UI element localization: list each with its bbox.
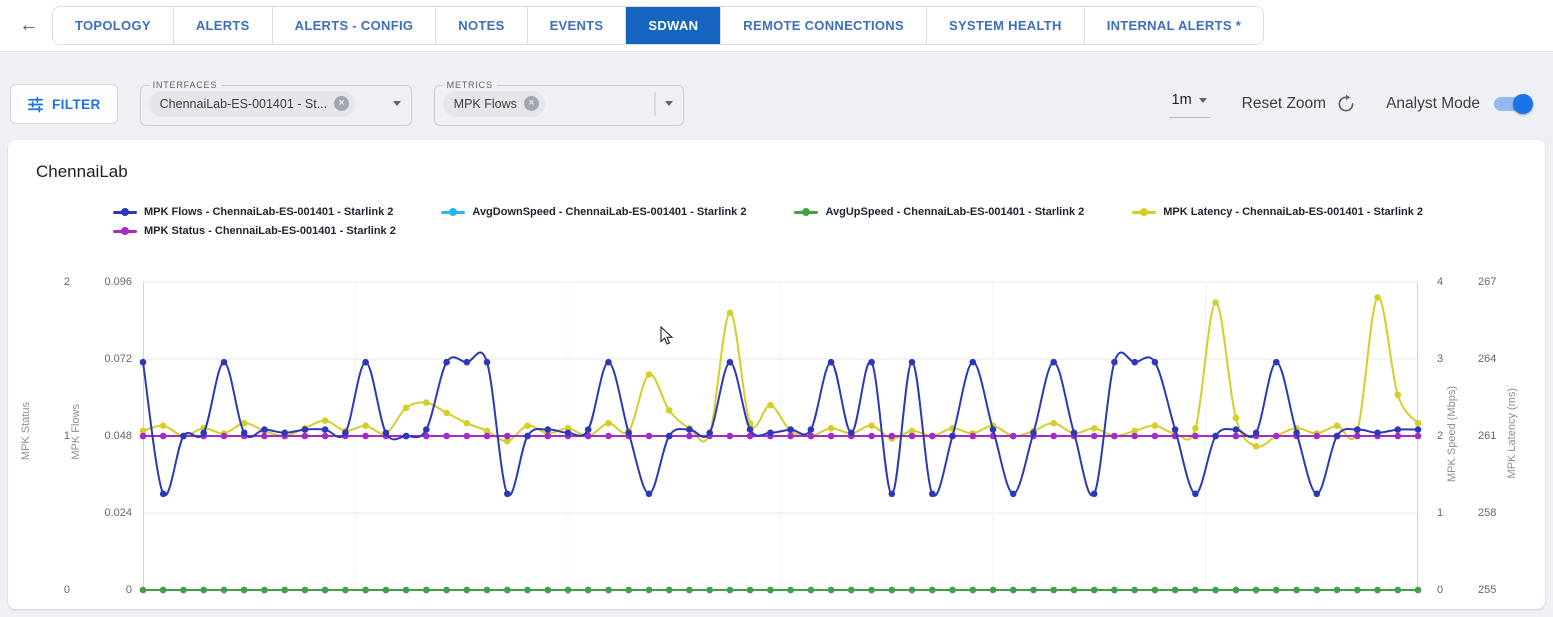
tab-bar: TOPOLOGY ALERTS ALERTS - CONFIG NOTES EV…	[52, 6, 1264, 45]
status-axis-tick: 0	[30, 584, 70, 596]
flows-axis-tick: 0	[88, 584, 132, 596]
analyst-mode-control: Analyst Mode	[1386, 95, 1537, 113]
chart-card: ChennaiLab MPK Flows - ChennaiLab-ES-001…	[8, 140, 1545, 609]
reset-zoom-label: Reset Zoom	[1242, 95, 1326, 113]
tab-alerts[interactable]: ALERTS	[173, 7, 272, 44]
metrics-field-label: METRICS	[447, 80, 493, 90]
latency-axis-title: MPK Latency (ms)	[1506, 388, 1518, 478]
interval-value: 1m	[1172, 92, 1192, 108]
analyst-mode-toggle[interactable]	[1494, 97, 1531, 111]
legend-label: MPK Flows - ChennaiLab-ES-001401 - Starl…	[144, 206, 393, 218]
interfaces-field-label: INTERFACES	[153, 80, 218, 90]
flows-axis-title: MPK Flows	[70, 404, 82, 460]
legend-label: MPK Latency - ChennaiLab-ES-001401 - Sta…	[1163, 206, 1423, 218]
tab-remote-connections[interactable]: REMOTE CONNECTIONS	[720, 7, 926, 44]
speed-axis-tick: 3	[1437, 353, 1443, 365]
chip-remove-icon[interactable]: ×	[524, 96, 539, 111]
toggle-thumb	[1513, 94, 1533, 114]
legend-marker-icon	[113, 207, 137, 217]
analyst-mode-label: Analyst Mode	[1386, 95, 1480, 113]
legend-item-avgupspeed[interactable]: AvgUpSpeed - ChennaiLab-ES-001401 - Star…	[794, 204, 1084, 220]
metrics-select[interactable]: METRICS MPK Flows ×	[434, 82, 684, 126]
legend-marker-icon	[113, 226, 137, 236]
chart-title: ChennaiLab	[36, 162, 128, 182]
filter-button[interactable]: FILTER	[10, 84, 118, 124]
legend-label: MPK Status - ChennaiLab-ES-001401 - Star…	[144, 225, 396, 237]
tab-notes[interactable]: NOTES	[435, 7, 526, 44]
flows-axis-tick: 0.072	[88, 353, 132, 365]
chart-svg[interactable]	[143, 282, 1418, 590]
latency-axis-tick: 261	[1478, 430, 1496, 442]
legend-item-avgdownspeed[interactable]: AvgDownSpeed - ChennaiLab-ES-001401 - St…	[441, 204, 746, 220]
metric-chip[interactable]: MPK Flows ×	[443, 91, 545, 117]
tab-events[interactable]: EVENTS	[527, 7, 626, 44]
status-axis-tick: 1	[30, 430, 70, 442]
chip-remove-icon[interactable]: ×	[334, 96, 349, 111]
filter-bar: FILTER INTERFACES ChennaiLab-ES-001401 -…	[10, 80, 1543, 128]
legend-item-mpk-status[interactable]: MPK Status - ChennaiLab-ES-001401 - Star…	[113, 223, 396, 239]
chevron-down-icon[interactable]	[393, 101, 401, 106]
interface-chip-label: ChennaiLab-ES-001401 - St...	[160, 97, 327, 111]
metric-chip-label: MPK Flows	[454, 97, 517, 111]
back-arrow-icon[interactable]: ←	[12, 9, 46, 43]
tab-alerts-config[interactable]: ALERTS - CONFIG	[272, 7, 436, 44]
legend-marker-icon	[794, 207, 818, 217]
filter-button-label: FILTER	[52, 97, 101, 112]
flows-axis-tick: 0.096	[88, 276, 132, 288]
status-axis-tick: 2	[30, 276, 70, 288]
tab-system-health[interactable]: SYSTEM HEALTH	[926, 7, 1084, 44]
interval-select[interactable]: 1m	[1169, 90, 1210, 118]
chart-toolbar: 1m Reset Zoom Analyst Mode	[1169, 90, 1544, 118]
speed-axis-tick: 0	[1437, 584, 1443, 596]
chevron-down-icon	[1199, 98, 1207, 103]
reset-zoom-icon[interactable]	[1336, 94, 1356, 114]
latency-axis-tick: 267	[1478, 276, 1496, 288]
latency-axis-tick: 255	[1478, 584, 1496, 596]
flows-axis-tick: 0.048	[88, 430, 132, 442]
legend-marker-icon	[441, 207, 465, 217]
speed-axis-tick: 1	[1437, 507, 1443, 519]
interface-chip[interactable]: ChennaiLab-ES-001401 - St... ×	[149, 91, 355, 117]
chart-legend: MPK Flows - ChennaiLab-ES-001401 - Starl…	[113, 204, 1523, 239]
speed-axis-tick: 2	[1437, 430, 1443, 442]
legend-label: AvgDownSpeed - ChennaiLab-ES-001401 - St…	[472, 206, 746, 218]
legend-marker-icon	[1132, 207, 1156, 217]
speed-axis-title: MPK Speed (Mbps)	[1446, 386, 1458, 482]
legend-item-mpk-flows[interactable]: MPK Flows - ChennaiLab-ES-001401 - Starl…	[113, 204, 393, 220]
interfaces-select[interactable]: INTERFACES ChennaiLab-ES-001401 - St... …	[140, 82, 412, 126]
text-caret	[654, 92, 656, 116]
latency-axis-tick: 264	[1478, 353, 1496, 365]
chevron-down-icon[interactable]	[665, 101, 673, 106]
flows-axis-tick: 0.024	[88, 507, 132, 519]
tab-sdwan[interactable]: SDWAN	[625, 7, 720, 44]
reset-zoom-button[interactable]: Reset Zoom	[1242, 94, 1356, 114]
speed-axis-tick: 4	[1437, 276, 1443, 288]
tune-icon	[27, 96, 44, 113]
top-navigation-bar: ← TOPOLOGY ALERTS ALERTS - CONFIG NOTES …	[0, 0, 1553, 52]
latency-axis-tick: 258	[1478, 507, 1496, 519]
tab-topology[interactable]: TOPOLOGY	[53, 7, 173, 44]
legend-label: AvgUpSpeed - ChennaiLab-ES-001401 - Star…	[825, 206, 1084, 218]
tab-internal-alerts[interactable]: INTERNAL ALERTS *	[1084, 7, 1263, 44]
legend-item-mpk-latency[interactable]: MPK Latency - ChennaiLab-ES-001401 - Sta…	[1132, 204, 1423, 220]
